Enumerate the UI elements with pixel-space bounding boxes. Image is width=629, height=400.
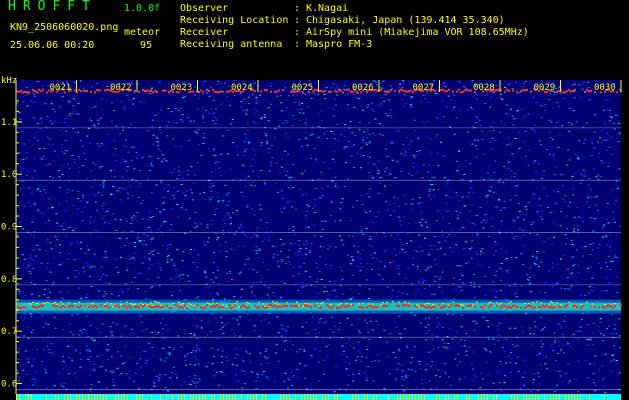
- y-tick-label: 0.7: [1, 327, 17, 337]
- time-label: 0027: [413, 83, 435, 93]
- y-tick-label: 1.0: [1, 170, 17, 180]
- app-version: 1.0.0f: [124, 3, 161, 14]
- y-tick-label: 0.9: [1, 223, 17, 233]
- info-key: Receiving antenna: [180, 39, 283, 50]
- time-label: 0021: [50, 83, 72, 93]
- time-label: 0023: [171, 83, 193, 93]
- info-key: Receiving Location: [180, 15, 289, 26]
- time-label: 0029: [534, 83, 556, 93]
- info-value: Maspro FM-3: [306, 39, 373, 50]
- y-tick-label: 0.6: [1, 380, 17, 390]
- info-value: AirSpy mini (Miakejima VOR 108.65MHz): [306, 27, 529, 38]
- app-title: HROFFT: [8, 0, 97, 14]
- info-key: Receiver: [180, 27, 229, 38]
- time-label: 0026: [352, 83, 374, 93]
- y-tick-label: 1.1: [1, 118, 17, 128]
- time-label: 0028: [473, 83, 495, 93]
- time-label: 0024: [231, 83, 253, 93]
- info-value: Chigasaki, Japan (139.414 35.340): [306, 15, 505, 26]
- time-label: 0022: [110, 83, 132, 93]
- info-row-observer: Observer: K.Nagai: [180, 3, 349, 14]
- date-time: 25.06.06 00:20: [10, 40, 95, 51]
- info-row-receiver: Receiver: AirSpy mini (Miakejima VOR 108.…: [180, 27, 529, 38]
- meteor-label: meteor: [124, 27, 161, 38]
- bottom-strip: [16, 394, 621, 400]
- info-value: K.Nagai: [306, 3, 349, 14]
- noise-layer: [16, 80, 621, 394]
- spectrogram: kHz 1.1 1.0 0.9 0.8 0.7 0.6 0021 0022 0023 0024 00…: [1, 76, 622, 400]
- y-tick-label: 0.8: [1, 275, 17, 285]
- info-row-location: Receiving Location: Chigasaki, Japan (139…: [180, 15, 505, 26]
- unit-label: kHz: [1, 76, 17, 86]
- file-name: KN9_2506060020.png: [10, 22, 119, 33]
- time-label: 0025: [292, 83, 314, 93]
- info-key: Observer: [180, 3, 229, 14]
- info-row-antenna: Receiving antenna: Maspro FM-3: [180, 39, 373, 50]
- meteor-count: 95: [140, 40, 153, 51]
- time-label: 0030: [594, 83, 616, 93]
